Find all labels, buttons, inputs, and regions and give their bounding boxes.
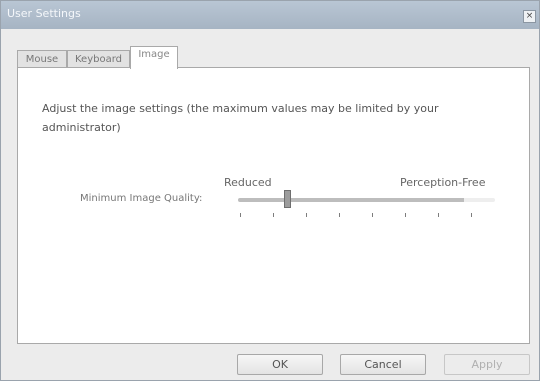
tab-keyboard[interactable]: Keyboard: [67, 50, 130, 67]
slider-tick: [405, 213, 406, 217]
window-title: User Settings: [7, 7, 81, 20]
tab-image[interactable]: Image: [130, 46, 178, 69]
image-settings-panel: Adjust the image settings (the maximum v…: [17, 67, 530, 344]
apply-button[interactable]: Apply: [444, 354, 530, 375]
tab-mouse[interactable]: Mouse: [17, 50, 67, 67]
slider-tick: [471, 213, 472, 217]
slider-max-label: Perception-Free: [400, 176, 486, 189]
slider-tick: [273, 213, 274, 217]
slider-tick: [339, 213, 340, 217]
slider-tick: [438, 213, 439, 217]
cancel-button[interactable]: Cancel: [340, 354, 426, 375]
slider-tick: [372, 213, 373, 217]
image-quality-slider-track[interactable]: [238, 198, 495, 202]
slider-tick: [240, 213, 241, 217]
user-settings-dialog: User Settings × Mouse Keyboard Image Adj…: [0, 0, 540, 381]
minimum-image-quality-label: Minimum Image Quality:: [80, 193, 203, 204]
title-bar[interactable]: User Settings ×: [1, 1, 539, 29]
image-quality-slider-thumb[interactable]: [284, 190, 291, 208]
slider-min-label: Reduced: [224, 176, 272, 189]
close-icon[interactable]: ×: [523, 10, 536, 23]
image-settings-description: Adjust the image settings (the maximum v…: [42, 102, 439, 134]
slider-tick: [306, 213, 307, 217]
ok-button[interactable]: OK: [237, 354, 323, 375]
